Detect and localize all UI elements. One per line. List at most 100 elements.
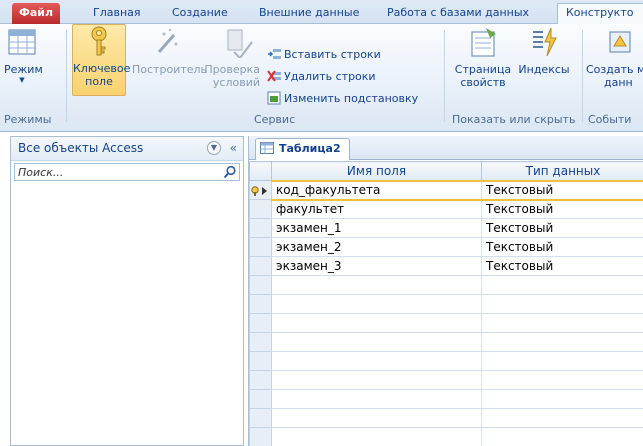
row-selector[interactable] <box>249 199 272 219</box>
data-type-cell[interactable] <box>481 408 643 428</box>
table-row[interactable]: экзамен_2 Текстовый <box>249 237 643 257</box>
row-selector[interactable] <box>249 408 272 428</box>
data-type-cell[interactable] <box>481 389 643 409</box>
view-button-label: Режим <box>4 63 43 76</box>
view-button[interactable]: Режим ▼ <box>4 26 43 84</box>
data-type-cell[interactable] <box>481 313 643 333</box>
create-data-macros-button[interactable]: Создать м данн <box>586 26 643 89</box>
builder-button[interactable]: Построитель <box>132 26 208 76</box>
tab-external-data[interactable]: Внешние данные <box>259 4 359 24</box>
tab-design[interactable]: Конструкто <box>557 3 643 25</box>
group-tools-label: Сервис <box>254 113 296 126</box>
row-selector[interactable] <box>249 218 272 238</box>
magic-wand-icon <box>157 28 178 53</box>
row-selector[interactable] <box>249 294 272 314</box>
search-icon[interactable] <box>223 165 237 179</box>
modify-lookups-label: Изменить подстановку <box>284 92 419 105</box>
column-header-field-name[interactable]: Имя поля <box>271 161 482 181</box>
empty-row[interactable] <box>249 370 643 390</box>
datasheet-view-icon <box>8 29 36 55</box>
field-name-cell[interactable] <box>271 351 482 371</box>
field-name-cell[interactable]: код_факультета <box>271 179 482 201</box>
property-sheet-label: Страница свойств <box>454 63 512 89</box>
tab-database-tools[interactable]: Работа с базами данных <box>387 4 529 24</box>
data-type-cell[interactable] <box>481 370 643 390</box>
field-name-cell[interactable] <box>271 389 482 409</box>
field-name-cell[interactable] <box>271 427 482 446</box>
table-row[interactable]: экзамен_1 Текстовый <box>249 218 643 238</box>
table-row[interactable]: факультет Текстовый <box>249 199 643 219</box>
test-rules-button[interactable]: Проверка условий <box>204 26 260 89</box>
insert-rows-button[interactable]: Вставить строки <box>267 46 381 64</box>
empty-row[interactable] <box>249 408 643 428</box>
field-name-cell[interactable] <box>271 408 482 428</box>
empty-row[interactable] <box>249 313 643 333</box>
create-data-macros-label: Создать м данн <box>586 63 643 89</box>
empty-row[interactable] <box>249 332 643 352</box>
field-name-cell[interactable]: экзамен_2 <box>271 237 482 257</box>
field-name-cell[interactable] <box>271 294 482 314</box>
select-all-cell[interactable] <box>249 161 272 181</box>
data-type-cell[interactable]: Текстовый <box>481 256 643 276</box>
test-rules-label-line1: Проверка <box>204 63 260 76</box>
primary-key-button[interactable]: Ключевое поле <box>72 24 130 96</box>
data-type-cell[interactable] <box>481 294 643 314</box>
field-name-cell[interactable]: экзамен_1 <box>271 218 482 238</box>
empty-row[interactable] <box>249 351 643 371</box>
group-events: Создать м данн Событи <box>584 24 643 130</box>
row-selector[interactable] <box>249 180 272 200</box>
table-row[interactable]: код_факультета Текстовый <box>249 179 643 201</box>
group-separator <box>582 30 583 122</box>
group-show-hide: Страница свойств Индексы Показать или ск… <box>446 24 580 130</box>
row-selector[interactable] <box>249 256 272 276</box>
data-type-cell[interactable] <box>481 275 643 295</box>
document-tab-table2[interactable]: Таблица2 <box>255 138 350 160</box>
collapse-pane-icon[interactable]: « <box>230 137 237 159</box>
builder-label: Построитель <box>132 63 208 76</box>
tab-create[interactable]: Создание <box>172 4 228 24</box>
modify-lookups-button[interactable]: Изменить подстановку <box>267 90 418 108</box>
chevron-down-icon[interactable]: ▼ <box>207 141 221 155</box>
property-sheet-button[interactable]: Страница свойств <box>454 26 512 89</box>
field-name-cell[interactable] <box>271 313 482 333</box>
row-selector[interactable] <box>249 351 272 371</box>
field-name-cell[interactable] <box>271 332 482 352</box>
data-type-cell[interactable]: Текстовый <box>481 237 643 257</box>
search-input[interactable] <box>15 164 215 180</box>
data-type-cell[interactable]: Текстовый <box>481 218 643 238</box>
indexes-button[interactable]: Индексы <box>518 26 570 76</box>
nav-header[interactable]: Все объекты Access ▼ « <box>11 137 243 161</box>
test-rules-label-line2: условий <box>212 76 260 89</box>
row-selector[interactable] <box>249 275 272 295</box>
column-header-data-type[interactable]: Тип данных <box>481 161 643 181</box>
delete-rows-button[interactable]: Удалить строки <box>267 68 376 86</box>
row-selector[interactable] <box>249 370 272 390</box>
row-selector[interactable] <box>249 313 272 333</box>
document-tab-bar: Таблица2 <box>249 136 643 160</box>
tab-home[interactable]: Главная <box>93 4 141 24</box>
empty-row[interactable] <box>249 294 643 314</box>
field-name-cell[interactable] <box>271 275 482 295</box>
row-selector[interactable] <box>249 427 272 446</box>
data-type-cell[interactable] <box>481 427 643 446</box>
empty-row[interactable] <box>249 427 643 446</box>
field-name-cell[interactable]: факультет <box>271 199 482 219</box>
table-row[interactable]: экзамен_3 Текстовый <box>249 256 643 276</box>
validation-rules-icon <box>227 29 253 58</box>
empty-row[interactable] <box>249 389 643 409</box>
tab-file[interactable]: Файл <box>12 3 60 24</box>
row-selector[interactable] <box>249 237 272 257</box>
data-type-cell[interactable] <box>481 332 643 352</box>
row-selector[interactable] <box>249 389 272 409</box>
row-selector[interactable] <box>249 332 272 352</box>
ribbon: Режим ▼ Режимы Ключевое поле Построитель… <box>0 24 643 132</box>
data-type-cell[interactable] <box>481 351 643 371</box>
empty-row[interactable] <box>249 275 643 295</box>
field-name-cell[interactable] <box>271 370 482 390</box>
insert-rows-icon <box>268 49 281 59</box>
data-type-cell[interactable]: Текстовый <box>481 199 643 219</box>
chevron-down-icon: ▼ <box>19 76 25 84</box>
data-type-cell[interactable]: Текстовый <box>481 179 643 201</box>
delete-rows-icon <box>267 70 281 82</box>
field-name-cell[interactable]: экзамен_3 <box>271 256 482 276</box>
